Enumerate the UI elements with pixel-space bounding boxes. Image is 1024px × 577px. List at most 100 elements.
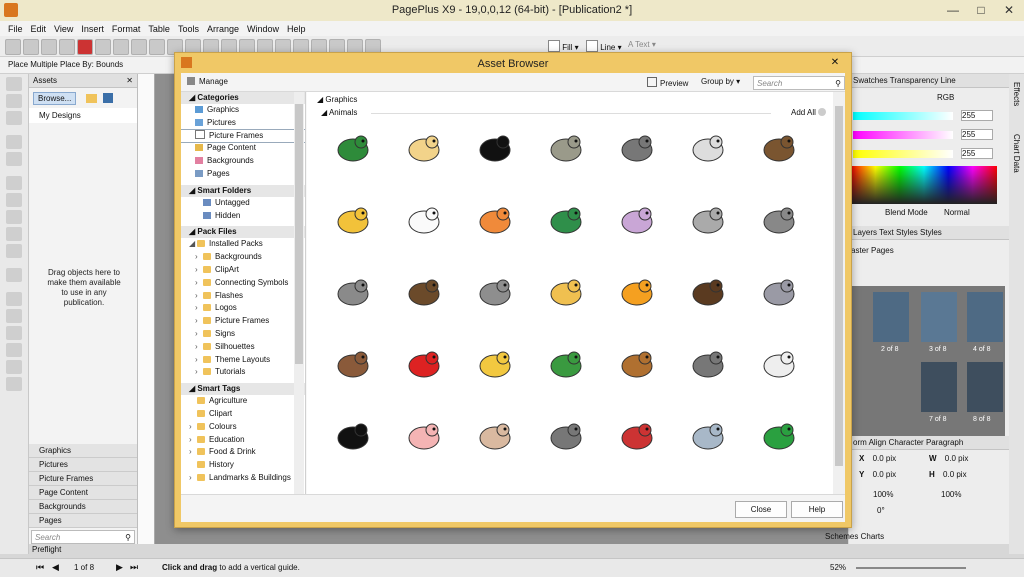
preflight-tab[interactable]: Preflight xyxy=(32,545,61,554)
pack-item[interactable]: › ClipArt xyxy=(181,264,305,277)
menu-edit[interactable]: Edit xyxy=(31,24,47,34)
tab-chart-data[interactable]: Chart Data xyxy=(1012,134,1021,173)
new-icon[interactable] xyxy=(5,39,21,55)
tab-paragraph[interactable]: Paragraph xyxy=(926,438,963,447)
tag-item[interactable]: History xyxy=(181,459,305,472)
pig-icon[interactable] xyxy=(404,416,444,456)
red-value[interactable]: 255 xyxy=(961,110,993,121)
assets-tab-page-content[interactable]: Page Content xyxy=(29,486,137,500)
shark-icon[interactable] xyxy=(688,416,728,456)
fill-control[interactable]: Fill ▾ xyxy=(548,40,579,52)
pdf-icon[interactable] xyxy=(77,39,93,55)
text-control[interactable]: A Text ▾ xyxy=(628,40,656,49)
preview-toggle[interactable]: Preview xyxy=(647,77,688,88)
dialog-search-input[interactable]: Search ⚲ xyxy=(753,76,845,90)
goldfish-icon[interactable] xyxy=(617,272,657,312)
orca-icon[interactable] xyxy=(475,128,515,168)
assets-tab-picture-frames[interactable]: Picture Frames xyxy=(29,472,137,486)
close-button[interactable]: Close xyxy=(735,501,787,518)
prev-page-icon[interactable]: ◀ xyxy=(52,562,59,573)
assets-tab-pictures[interactable]: Pictures xyxy=(29,458,137,472)
smart-folder-untagged[interactable]: Untagged xyxy=(181,197,305,210)
menu-help[interactable]: Help xyxy=(287,24,306,34)
tab-transform[interactable]: orm xyxy=(853,438,867,447)
master-pages-label[interactable]: aster Pages xyxy=(851,246,894,255)
folder-icon[interactable] xyxy=(86,93,98,103)
open-icon[interactable] xyxy=(23,39,39,55)
menu-format[interactable]: Format xyxy=(112,24,141,34)
eagle-icon[interactable] xyxy=(404,272,444,312)
menu-insert[interactable]: Insert xyxy=(81,24,104,34)
frog-icon[interactable] xyxy=(333,128,373,168)
category-pictures[interactable]: Pictures xyxy=(181,117,305,130)
snake-icon[interactable] xyxy=(759,416,799,456)
bee-icon[interactable] xyxy=(333,200,373,240)
close-icon[interactable]: ✕ xyxy=(126,74,133,87)
pack-item[interactable]: › Connecting Symbols xyxy=(181,277,305,290)
green-value[interactable]: 255 xyxy=(961,129,993,140)
dinosaur-icon[interactable] xyxy=(617,200,657,240)
monkey-icon[interactable] xyxy=(617,344,657,384)
rooster-icon[interactable] xyxy=(617,416,657,456)
grid-scrollbar[interactable] xyxy=(833,92,845,494)
rat-icon[interactable] xyxy=(546,416,586,456)
section-smart-tags[interactable]: ◢ Smart Tags xyxy=(181,383,305,396)
line-control[interactable]: Line ▾ xyxy=(586,40,622,52)
pack-item[interactable]: › Flashes xyxy=(181,290,305,303)
text-tool-icon[interactable] xyxy=(6,176,22,190)
pen-tool-icon[interactable] xyxy=(6,193,22,207)
assets-tab-backgrounds[interactable]: Backgrounds xyxy=(29,500,137,514)
cow-icon[interactable] xyxy=(404,200,444,240)
place-multiple-label[interactable]: Place Multiple Place By: Bounds xyxy=(8,60,123,69)
giraffe-icon[interactable] xyxy=(546,272,586,312)
tag-item[interactable]: › Education xyxy=(181,434,305,447)
tag-item[interactable]: Clipart xyxy=(181,408,305,421)
manage-button[interactable]: Manage xyxy=(187,77,228,86)
maximize-button[interactable]: □ xyxy=(967,0,995,20)
smart-folder-hidden[interactable]: Hidden xyxy=(181,210,305,223)
crab-icon[interactable] xyxy=(475,200,515,240)
table-tool-icon[interactable] xyxy=(6,135,22,149)
zoom-value[interactable]: 52% xyxy=(830,563,846,572)
green-slider[interactable] xyxy=(853,131,953,139)
ladybird-icon[interactable] xyxy=(404,344,444,384)
snowy-owl-icon[interactable] xyxy=(759,344,799,384)
tag-item[interactable]: › Food & Drink xyxy=(181,446,305,459)
close-window-button[interactable]: ✕ xyxy=(995,0,1023,20)
menu-file[interactable]: File xyxy=(8,24,23,34)
frame-tool-icon[interactable] xyxy=(6,152,22,166)
page-thumb[interactable] xyxy=(921,292,957,342)
tab-align[interactable]: Align xyxy=(869,438,887,447)
pack-item[interactable]: › Backgrounds xyxy=(181,251,305,264)
y-field[interactable]: 0.0 pix xyxy=(873,470,897,479)
pack-item[interactable]: › Signs xyxy=(181,328,305,341)
tab-character[interactable]: Character xyxy=(889,438,924,447)
cut-icon[interactable] xyxy=(95,39,111,55)
save-icon[interactable] xyxy=(103,93,114,103)
dialog-close-button[interactable]: ✕ xyxy=(825,56,845,70)
owl-icon[interactable] xyxy=(546,128,586,168)
tab-schemes[interactable]: Schemes xyxy=(825,532,858,541)
lion-icon[interactable] xyxy=(475,344,515,384)
rotate-tool-icon[interactable] xyxy=(6,94,22,108)
paste-icon[interactable] xyxy=(131,39,147,55)
blue-slider[interactable] xyxy=(853,150,953,158)
tab-styles[interactable]: Styles xyxy=(920,228,942,237)
dog-icon[interactable] xyxy=(759,200,799,240)
section-smart-folders[interactable]: ◢ Smart Folders xyxy=(181,184,305,197)
x-field[interactable]: 0.0 pix xyxy=(873,454,897,463)
pack-item[interactable]: › Tutorials xyxy=(181,366,305,379)
scale-x-field[interactable]: 100% xyxy=(873,490,893,499)
next-page-icon[interactable]: ▶ xyxy=(116,562,123,573)
tab-charts[interactable]: Charts xyxy=(861,532,885,541)
replace-icon[interactable] xyxy=(6,309,22,323)
hedgehog-icon[interactable] xyxy=(688,272,728,312)
red-slider[interactable] xyxy=(853,112,953,120)
menu-window[interactable]: Window xyxy=(247,24,279,34)
help-button[interactable]: Help xyxy=(791,501,843,518)
breadcrumb-graphics[interactable]: ◢ Graphics xyxy=(317,95,357,104)
category-pages[interactable]: Pages xyxy=(181,168,305,181)
shape-tool-icon[interactable] xyxy=(6,244,22,258)
menu-table[interactable]: Table xyxy=(148,24,170,34)
penguin-icon[interactable] xyxy=(333,416,373,456)
